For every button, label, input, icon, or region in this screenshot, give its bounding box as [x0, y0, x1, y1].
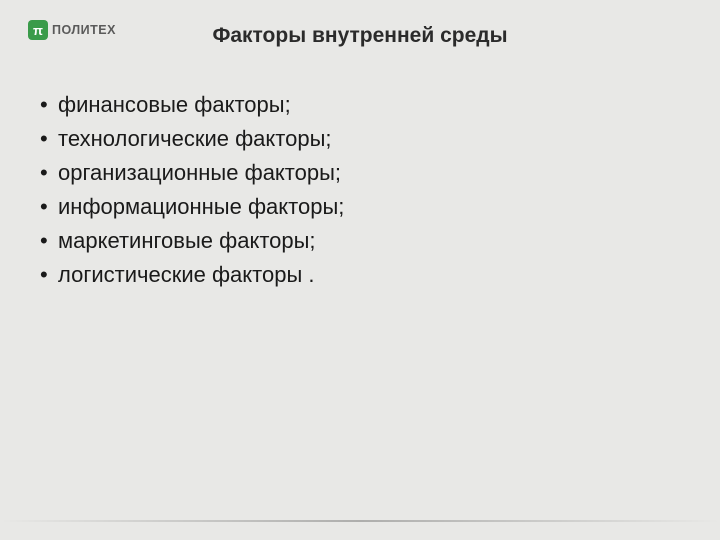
- content-area: финансовые факторы; технологические факт…: [0, 50, 720, 293]
- footer-divider: [0, 520, 720, 522]
- bullet-list: финансовые факторы; технологические факт…: [40, 88, 680, 293]
- header: π ПОЛИТЕХ Факторы внутренней среды: [0, 0, 720, 50]
- list-item: логистические факторы .: [40, 258, 680, 292]
- logo-mark-icon: π: [28, 20, 48, 40]
- list-item: технологические факторы;: [40, 122, 680, 156]
- list-item: организационные факторы;: [40, 156, 680, 190]
- logo: π ПОЛИТЕХ: [28, 20, 116, 40]
- list-item: маркетинговые факторы;: [40, 224, 680, 258]
- logo-text: ПОЛИТЕХ: [52, 23, 116, 37]
- list-item: информационные факторы;: [40, 190, 680, 224]
- list-item: финансовые факторы;: [40, 88, 680, 122]
